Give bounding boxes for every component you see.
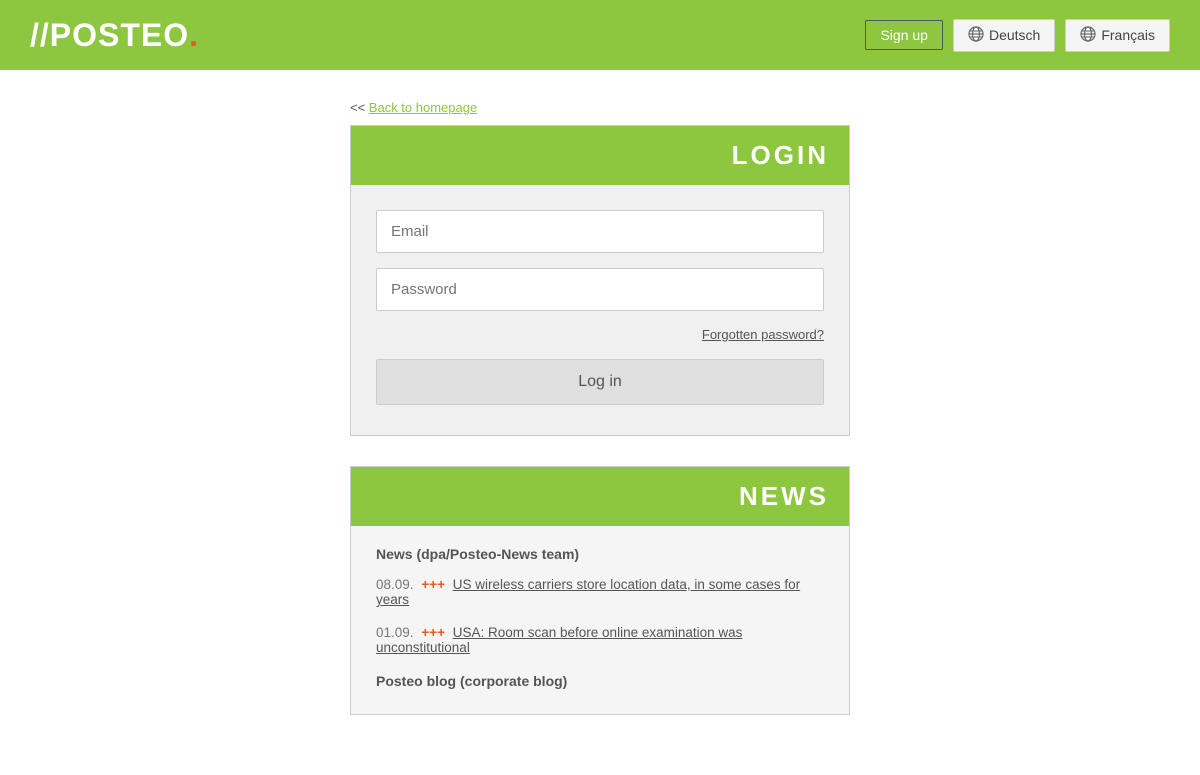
header-nav: Sign up Deutsch bbox=[865, 19, 1170, 52]
email-input[interactable] bbox=[376, 210, 824, 253]
news-date-2: 01.09. bbox=[376, 625, 414, 640]
forgot-password-container: Forgotten password? bbox=[376, 326, 824, 344]
news-item-1: 08.09. +++ US wireless carriers store lo… bbox=[376, 577, 824, 607]
news-plus-1: +++ bbox=[421, 577, 445, 592]
globe-icon-fr bbox=[1080, 26, 1096, 45]
news-body: News (dpa/Posteo-News team) 08.09. +++ U… bbox=[351, 526, 849, 714]
back-prefix: << bbox=[350, 100, 369, 115]
login-button[interactable]: Log in bbox=[376, 359, 824, 405]
news-section: NEWS News (dpa/Posteo-News team) 08.09. … bbox=[350, 466, 850, 715]
main-content: << Back to homepage LOGIN Forgotten pass… bbox=[0, 70, 1200, 775]
email-group bbox=[376, 210, 824, 253]
francais-button[interactable]: Français bbox=[1065, 19, 1170, 52]
signup-button[interactable]: Sign up bbox=[865, 20, 942, 50]
back-link: << Back to homepage bbox=[350, 100, 850, 115]
logo: //POSTEO. bbox=[30, 17, 199, 54]
news-title: NEWS bbox=[371, 481, 829, 512]
password-group bbox=[376, 268, 824, 311]
deutsch-button[interactable]: Deutsch bbox=[953, 19, 1055, 52]
globe-icon-de bbox=[968, 26, 984, 45]
news-date-1: 08.09. bbox=[376, 577, 414, 592]
deutsch-label: Deutsch bbox=[989, 27, 1040, 43]
back-homepage-link[interactable]: Back to homepage bbox=[369, 100, 477, 115]
blog-label: Posteo blog (corporate blog) bbox=[376, 673, 824, 689]
news-item-2: 01.09. +++ USA: Room scan before online … bbox=[376, 625, 824, 655]
news-header: NEWS bbox=[351, 467, 849, 526]
francais-label: Français bbox=[1101, 27, 1155, 43]
center-column: << Back to homepage LOGIN Forgotten pass… bbox=[350, 100, 850, 745]
login-header: LOGIN bbox=[351, 126, 849, 185]
news-plus-2: +++ bbox=[421, 625, 445, 640]
header: //POSTEO. Sign up Deutsch bbox=[0, 0, 1200, 70]
news-source-label: News (dpa/Posteo-News team) bbox=[376, 546, 824, 562]
password-input[interactable] bbox=[376, 268, 824, 311]
login-section: LOGIN Forgotten password? Log in bbox=[350, 125, 850, 436]
login-body: Forgotten password? Log in bbox=[351, 185, 849, 435]
forgot-password-link[interactable]: Forgotten password? bbox=[702, 327, 824, 342]
logo-dot: . bbox=[189, 17, 199, 53]
login-title: LOGIN bbox=[371, 140, 829, 171]
